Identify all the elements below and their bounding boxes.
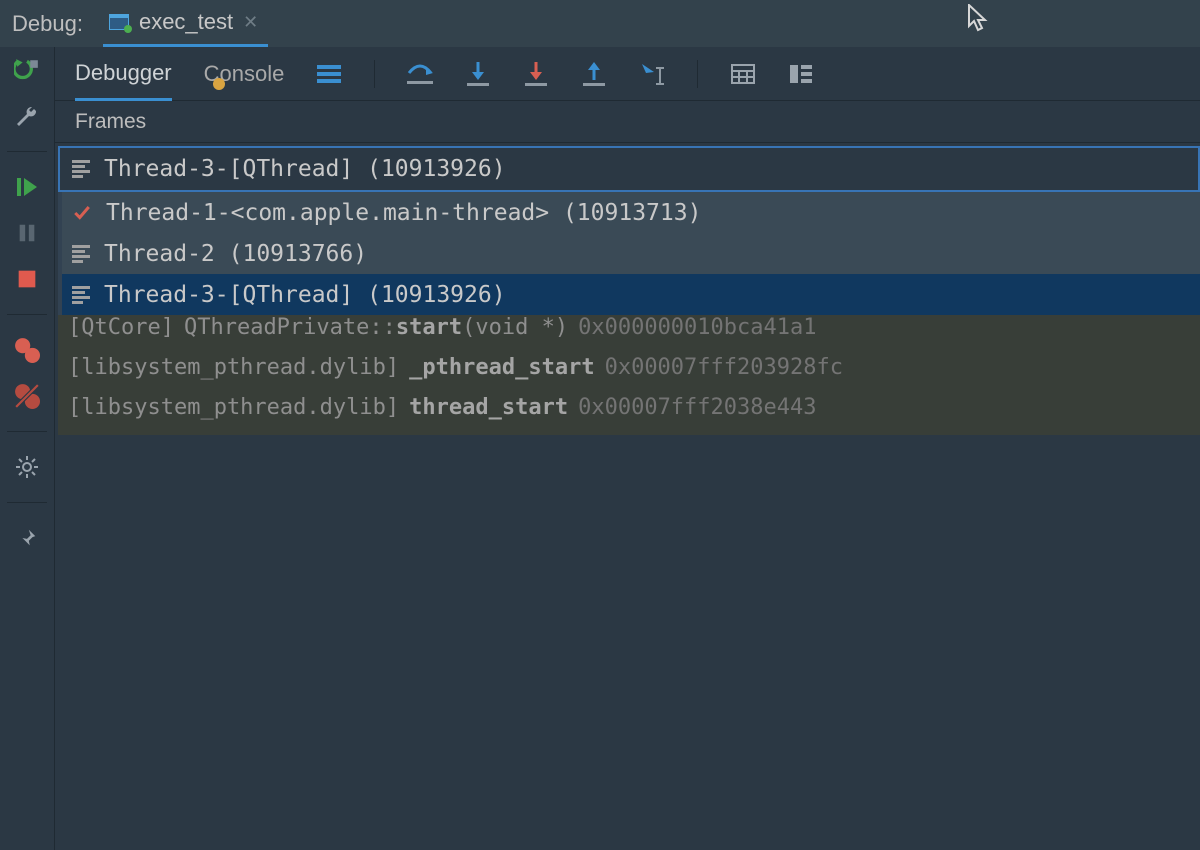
thread-selector-value: Thread-3-[QThread] (10913926) [104,156,506,182]
threads-icon[interactable] [316,61,342,87]
thread-selector[interactable]: Thread-3-[QThread] (10913926) [58,146,1200,192]
thread-dropdown: Thread-1-<com.apple.main-thread> (109137… [58,192,1200,315]
toolbar-divider-2 [697,60,698,88]
step-into-icon[interactable] [465,61,491,87]
wrench-icon[interactable] [14,103,40,129]
thread-icon [72,245,90,263]
settings-icon[interactable] [14,454,40,480]
tab-console[interactable]: Console [204,47,285,100]
frame-module: [libsystem_pthread.dylib] [68,355,399,380]
resume-icon[interactable] [14,174,40,200]
debug-gutter [0,47,55,850]
pin-icon[interactable] [14,525,40,551]
frame-sig: (void *) [462,315,568,340]
evaluate-icon[interactable] [730,61,756,87]
thread-icon [72,160,90,178]
step-out-icon[interactable] [581,61,607,87]
breakpoints-icon[interactable] [14,337,40,363]
toolbar-divider [374,60,375,88]
run-config-icon [109,14,129,30]
mute-breakpoints-icon[interactable] [14,383,40,409]
frame-fn: thread_start [409,395,568,420]
layout-icon[interactable] [788,61,814,87]
mouse-cursor [968,4,988,28]
console-activity-dot [213,78,225,90]
stack-frames: [QtCore] QThreadPrivate::start(void *) 0… [58,315,1200,435]
debug-topbar: Debug: exec_test ✕ [0,0,1200,47]
frame-module: [QtCore] [68,315,174,340]
stop-icon[interactable] [14,266,40,292]
debug-content: Debugger Console [55,47,1200,850]
run-config-label: exec_test [139,9,233,35]
debug-title: Debug: [12,11,83,37]
stack-frame[interactable]: [QtCore] QThreadPrivate::start(void *) 0… [58,315,1200,355]
frame-fn: start [396,315,462,340]
rerun-icon[interactable] [14,57,40,83]
frame-addr: 0x000000010bca41a1 [578,315,816,340]
stack-frame[interactable]: [libsystem_pthread.dylib] thread_start 0… [58,395,1200,435]
thread-icon [72,286,90,304]
run-to-cursor-icon[interactable] [639,61,665,87]
thread-option-3[interactable]: Thread-3-[QThread] (10913926) [62,274,1200,315]
tab-debugger[interactable]: Debugger [75,48,172,101]
thread-option-label: Thread-1-<com.apple.main-thread> (109137… [106,200,701,226]
thread-option-2[interactable]: Thread-2 (10913766) [62,233,1200,274]
frame-addr: 0x00007fff2038e443 [578,395,816,420]
check-icon [72,204,92,222]
force-step-into-icon[interactable] [523,61,549,87]
frame-fn-prefix: QThreadPrivate:: [184,315,396,340]
thread-option-1[interactable]: Thread-1-<com.apple.main-thread> (109137… [62,192,1200,233]
debug-tabrow: Debugger Console [55,47,1200,101]
frame-module: [libsystem_pthread.dylib] [68,395,399,420]
thread-option-label: Thread-2 (10913766) [104,241,367,267]
run-config-tab[interactable]: exec_test ✕ [103,0,268,47]
frames-header: Frames [55,101,1200,143]
frame-addr: 0x00007fff203928fc [605,355,843,380]
stack-frame[interactable]: [libsystem_pthread.dylib] _pthread_start… [58,355,1200,395]
thread-option-label: Thread-3-[QThread] (10913926) [104,282,506,308]
close-icon[interactable]: ✕ [243,12,258,33]
pause-icon[interactable] [14,220,40,246]
frame-fn: _pthread_start [409,355,594,380]
step-over-icon[interactable] [407,61,433,87]
